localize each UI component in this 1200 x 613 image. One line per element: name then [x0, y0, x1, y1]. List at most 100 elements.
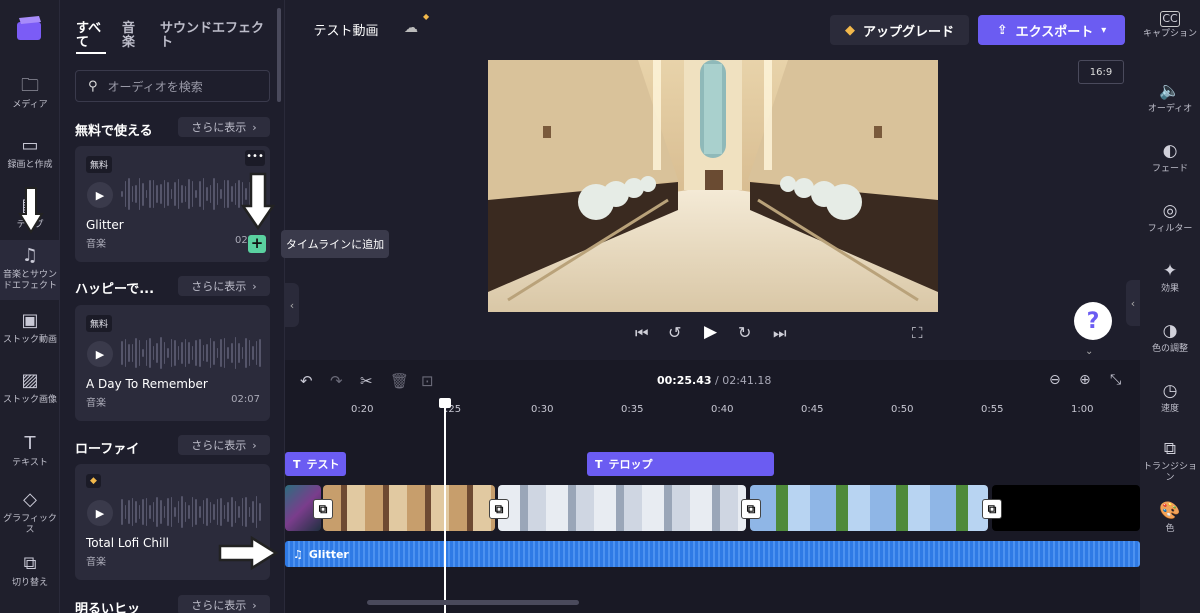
collapse-right-panel-button[interactable]: ‹	[1126, 280, 1140, 326]
trash-icon[interactable]: 🗑	[390, 372, 409, 390]
text-clip-test[interactable]: T テスト	[285, 452, 346, 476]
nav-music[interactable]: ♫ 音楽とサウンドエフェクト	[0, 240, 60, 300]
help-icon: ?	[1086, 308, 1100, 334]
video-preview[interactable]	[488, 60, 938, 312]
track-card-a-day-to-remember[interactable]: 無料 ▶ A Day To Remember 音楽 02:07	[75, 305, 270, 421]
add-to-timeline-button[interactable]: +	[248, 235, 266, 253]
transition-icon[interactable]: ⧉	[741, 499, 761, 519]
nav-stock-image[interactable]: ▨ ストック画像	[0, 365, 60, 425]
cloud-off-icon[interactable]: ☁	[404, 20, 418, 36]
waveform-bar	[160, 337, 162, 369]
help-button[interactable]: ?	[1074, 302, 1112, 340]
waveform-bar	[259, 339, 261, 367]
tab-music[interactable]: 音楽	[122, 22, 138, 50]
nav-captions[interactable]: CC キャプション	[1140, 0, 1200, 60]
nav-stock-video[interactable]: ▣ ストック動画	[0, 305, 60, 365]
show-more-button[interactable]: さらに表示 ›	[178, 435, 270, 455]
play-icon[interactable]: ▶	[704, 322, 717, 342]
collapse-panel-button[interactable]: ‹	[285, 283, 299, 327]
nav-audio[interactable]: 🔈 オーディオ	[1140, 72, 1200, 132]
skip-back-icon[interactable]: ⏮	[635, 324, 649, 342]
play-button[interactable]: ▶	[87, 341, 113, 367]
nav-record[interactable]: ▭ 録画と作成	[0, 130, 60, 190]
panel-scrollbar[interactable]	[277, 8, 281, 102]
waveform-bar	[245, 338, 247, 368]
more-options-icon[interactable]: •••	[245, 150, 265, 166]
aspect-ratio-button[interactable]: 16:9	[1078, 60, 1124, 84]
waveform-bar	[213, 340, 215, 366]
collapse-timeline-icon[interactable]: ⌄	[1085, 346, 1093, 357]
waveform-bar	[131, 186, 134, 202]
zoom-in-icon[interactable]: ⊕	[1079, 372, 1091, 388]
upload-icon: ⇪	[996, 22, 1008, 38]
track-category: 音楽	[86, 557, 106, 568]
export-button[interactable]: ⇪ エクスポート ▾	[978, 15, 1125, 45]
waveform-bar	[223, 179, 226, 209]
video-clip-black[interactable]	[992, 485, 1140, 531]
waveform-bar	[152, 502, 155, 522]
redo-icon[interactable]: ↷	[330, 372, 343, 390]
tooltip-text: タイムラインに追加	[285, 238, 385, 251]
audio-clip-glitter[interactable]: ♫ Glitter	[285, 541, 1140, 567]
skip-forward-icon[interactable]: ⏭	[773, 324, 787, 342]
video-clip-church[interactable]	[498, 485, 746, 531]
show-more-button[interactable]: さらに表示 ›	[178, 276, 270, 296]
video-clip-trees[interactable]	[750, 485, 988, 531]
play-button[interactable]: ▶	[87, 182, 113, 208]
transition-icon[interactable]: ⧉	[982, 499, 1002, 519]
undo-icon[interactable]: ↶	[300, 372, 313, 390]
waveform-bar	[227, 347, 229, 359]
waveform-bar	[142, 348, 144, 358]
waveform-bar	[195, 190, 198, 198]
waveform-bar	[135, 501, 137, 523]
nav-color-adjust[interactable]: ◑ 色の調整	[1140, 312, 1200, 372]
tick-label: 0:40	[711, 404, 734, 415]
waveform-bar	[149, 504, 151, 520]
music-icon: ♫	[21, 245, 39, 266]
nav-filters[interactable]: ◎ フィルター	[1140, 192, 1200, 252]
tab-all[interactable]: すべて	[76, 22, 106, 50]
tab-sound-effects[interactable]: サウンドエフェクト	[160, 22, 270, 50]
nav-fade[interactable]: ◐ フェード	[1140, 132, 1200, 192]
tick-label: 1:00	[1071, 404, 1094, 415]
show-more-label: さらに表示	[191, 599, 247, 612]
timeline-scrollbar[interactable]	[367, 600, 579, 605]
show-more-button[interactable]: さらに表示 ›	[178, 117, 270, 137]
search-input[interactable]: ⚲ オーディオを検索	[75, 70, 270, 102]
nav-text[interactable]: T テキスト	[0, 428, 60, 488]
transition-icon[interactable]: ⧉	[489, 499, 509, 519]
waveform-bar	[156, 343, 159, 363]
upgrade-button[interactable]: ◆ アップグレード	[830, 15, 969, 45]
waveform-bar	[238, 342, 240, 364]
waveform-bar	[220, 498, 222, 526]
scissors-icon[interactable]: ✂	[360, 372, 373, 390]
waveform-bar	[223, 337, 226, 369]
project-name-field[interactable]: テスト動画	[300, 14, 392, 44]
nav-transitions[interactable]: ⧉ 切り替え	[0, 548, 60, 608]
playhead[interactable]	[444, 400, 446, 613]
zoom-out-icon[interactable]: ⊖	[1049, 372, 1061, 388]
playhead-handle[interactable]	[439, 398, 451, 408]
detach-audio-icon[interactable]: ⊡	[421, 372, 434, 390]
rewind-5s-icon[interactable]: ↺	[668, 323, 681, 342]
forward-5s-icon[interactable]: ↻	[738, 323, 751, 342]
text-clip-telop[interactable]: T テロップ	[587, 452, 774, 476]
transition-icon[interactable]: ⧉	[313, 499, 333, 519]
nav-effects[interactable]: ✦ 効果	[1140, 252, 1200, 312]
nav-speed[interactable]: ◷ 速度	[1140, 372, 1200, 432]
text-clip-label: テスト	[306, 458, 340, 471]
nav-media[interactable]: 🗀 メディア	[0, 70, 60, 130]
fullscreen-icon[interactable]: ⛶	[912, 324, 923, 342]
app-logo[interactable]	[15, 14, 45, 44]
nav-graphics[interactable]: ◇ グラフィックス	[0, 484, 60, 544]
nav-transitions[interactable]: ⧉ トランジション	[1140, 430, 1200, 490]
nav-color[interactable]: 🎨 色	[1140, 492, 1200, 552]
annotation-arrow-right-icon	[218, 535, 279, 574]
video-clip-chapel[interactable]	[323, 485, 495, 531]
tick-label: 0:45	[801, 404, 824, 415]
fit-timeline-icon[interactable]: ⤡	[1110, 372, 1121, 388]
waveform-bar	[227, 180, 229, 208]
show-more-button[interactable]: さらに表示 ›	[178, 595, 270, 613]
play-button[interactable]: ▶	[87, 500, 113, 526]
waveform-bar	[191, 496, 194, 528]
